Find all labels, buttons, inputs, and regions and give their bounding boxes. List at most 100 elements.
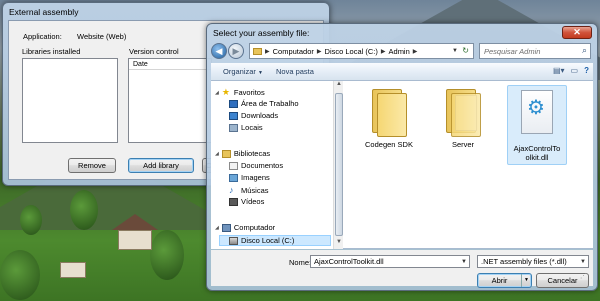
chevron-down-icon[interactable]: ▼ xyxy=(580,258,586,266)
close-button[interactable]: ✕ xyxy=(562,26,592,39)
view-controls: ▤▾ ▭ ? xyxy=(553,66,589,75)
filename-input[interactable]: AjaxControlToolkit.dll ▼ xyxy=(310,255,470,268)
new-folder-button[interactable]: Nova pasta xyxy=(276,67,314,76)
command-toolbar: Organizar ▼ Nova pasta ▤▾ ▭ ? xyxy=(211,63,593,81)
libraries-installed-label: Libraries installed xyxy=(22,47,81,56)
file-item-codegen-sdk[interactable]: Codegen SDK xyxy=(359,85,419,149)
version-list[interactable]: Date xyxy=(128,58,212,143)
file-item-server[interactable]: Server xyxy=(433,85,493,149)
breadcrumb-admin[interactable]: Admin xyxy=(389,47,410,56)
nav-places[interactable]: Locais xyxy=(229,123,263,132)
forward-arrow-icon[interactable]: ▶ xyxy=(228,43,244,59)
scroll-up-icon[interactable]: ▲ xyxy=(334,81,344,91)
libraries-list[interactable] xyxy=(22,58,118,143)
back-arrow-icon[interactable]: ◀ xyxy=(211,43,227,59)
collapse-arrow-icon[interactable]: ◢ xyxy=(215,90,219,96)
nav-computer[interactable]: ◢ Computador xyxy=(215,223,275,232)
search-input[interactable]: Pesquisar Admin ⌕ xyxy=(479,43,591,59)
open-button[interactable]: Abrir ▼ xyxy=(477,273,532,288)
folder-icon xyxy=(253,47,262,55)
breadcrumb-computer[interactable]: Computador xyxy=(273,47,314,56)
nav-downloads-label: Downloads xyxy=(241,111,279,120)
chevron-down-icon[interactable]: ▼ xyxy=(452,44,458,58)
nav-favorites-label: Favoritos xyxy=(233,88,265,97)
images-icon xyxy=(229,173,238,182)
open-label: Abrir xyxy=(491,276,508,285)
nav-images[interactable]: Imagens xyxy=(229,173,270,182)
computer-icon xyxy=(221,223,231,232)
resize-grip-icon[interactable]: ⋰ xyxy=(580,272,587,280)
file-name: AjaxControlToolkit.dll xyxy=(513,144,561,162)
nav-scrollbar[interactable]: ▲ ▼ xyxy=(333,81,343,249)
libraries-icon xyxy=(221,149,231,158)
house-roof xyxy=(112,214,158,230)
nav-documents[interactable]: Documentos xyxy=(229,161,283,170)
collapse-arrow-icon[interactable]: ◢ xyxy=(215,225,219,231)
desktop-icon xyxy=(229,99,238,108)
dll-file-icon: ⚙ xyxy=(515,90,559,142)
nav-documents-label: Documentos xyxy=(241,161,284,170)
scrollbar-thumb[interactable] xyxy=(335,93,343,236)
nav-videos[interactable]: Vídeos xyxy=(229,197,264,206)
tree xyxy=(20,205,42,235)
search-icon[interactable]: ⌕ xyxy=(582,45,587,56)
nav-libraries[interactable]: ◢ Bibliotecas xyxy=(215,149,270,158)
breadcrumb-local-disk[interactable]: Disco Local (C:) xyxy=(325,47,378,56)
chevron-right-icon[interactable]: ▶ xyxy=(381,48,386,55)
scroll-down-icon[interactable]: ▼ xyxy=(334,239,344,249)
house xyxy=(60,262,86,278)
collapse-arrow-icon[interactable]: ◢ xyxy=(215,151,219,157)
folder-with-documents-icon xyxy=(443,89,483,137)
address-bar[interactable]: ▶ Computador ▶ Disco Local (C:) ▶ Admin … xyxy=(249,43,474,59)
navigation-bar: ◀ ▶ ▶ Computador ▶ Disco Local (C:) ▶ Ad… xyxy=(211,41,593,61)
remove-button[interactable]: Remove xyxy=(68,158,116,173)
organize-menu[interactable]: Organizar ▼ xyxy=(223,67,263,76)
organize-label: Organizar xyxy=(223,67,256,76)
downloads-icon xyxy=(229,111,238,120)
nav-desktop[interactable]: Área de Trabalho xyxy=(229,99,299,108)
view-options-icon[interactable]: ▤▾ xyxy=(553,66,565,75)
version-control-label: Version control xyxy=(129,47,179,56)
nav-music-label: Músicas xyxy=(241,185,269,195)
file-name: Server xyxy=(451,140,475,149)
nav-videos-label: Vídeos xyxy=(241,197,265,206)
nav-favorites[interactable]: ◢ ★ Favoritos xyxy=(215,87,265,98)
tree xyxy=(150,230,184,280)
chevron-right-icon[interactable]: ▶ xyxy=(265,48,270,55)
window-title: External assembly xyxy=(9,7,79,17)
places-icon xyxy=(229,123,238,132)
chevron-right-icon[interactable]: ▶ xyxy=(413,48,418,55)
nav-places-label: Locais xyxy=(241,123,263,132)
application-label: Application: xyxy=(23,32,62,41)
file-item-ajaxcontroltoolkit[interactable]: ⚙ AjaxControlToolkit.dll xyxy=(507,85,567,165)
file-type-select[interactable]: .NET assembly files (*.dll) ▼ xyxy=(477,255,589,268)
nav-computer-label: Computador xyxy=(233,223,276,232)
nav-local-disk[interactable]: Disco Local (C:) xyxy=(219,235,331,246)
videos-icon xyxy=(229,197,238,206)
add-library-button[interactable]: Add library xyxy=(128,158,194,173)
star-icon: ★ xyxy=(221,87,230,97)
nav-music[interactable]: ♪ Músicas xyxy=(229,185,269,195)
browser-area: ◢ ★ Favoritos Área de Trabalho Downloads… xyxy=(211,81,593,249)
nav-images-label: Imagens xyxy=(241,173,270,182)
nav-local-disk-label: Disco Local (C:) xyxy=(241,236,295,245)
file-type-value: .NET assembly files (*.dll) xyxy=(481,257,567,266)
filename-label: Nome: xyxy=(289,258,312,267)
dialog-footer: Nome: AjaxControlToolkit.dll ▼ .NET asse… xyxy=(211,250,593,288)
help-icon[interactable]: ? xyxy=(584,66,589,75)
filename-value: AjaxControlToolkit.dll xyxy=(314,257,384,266)
house xyxy=(118,230,152,250)
preview-pane-icon[interactable]: ▭ xyxy=(571,66,579,75)
nav-downloads[interactable]: Downloads xyxy=(229,111,278,120)
tree xyxy=(0,250,40,300)
file-dialog-window: Select your assembly file: ✕ ◀ ▶ ▶ Compu… xyxy=(206,23,598,291)
date-column-header[interactable]: Date xyxy=(129,59,211,70)
split-dropdown-icon[interactable]: ▼ xyxy=(521,274,531,287)
dialog-title: Select your assembly file: xyxy=(213,28,310,38)
chevron-right-icon[interactable]: ▶ xyxy=(317,48,322,55)
nav-libraries-label: Bibliotecas xyxy=(233,149,271,158)
refresh-icon[interactable]: ↻ xyxy=(462,44,469,58)
hard-drive-icon xyxy=(229,236,238,245)
chevron-down-icon[interactable]: ▼ xyxy=(461,258,467,266)
file-list: Codegen SDK Server ⚙ AjaxControlToolkit.… xyxy=(347,81,593,249)
